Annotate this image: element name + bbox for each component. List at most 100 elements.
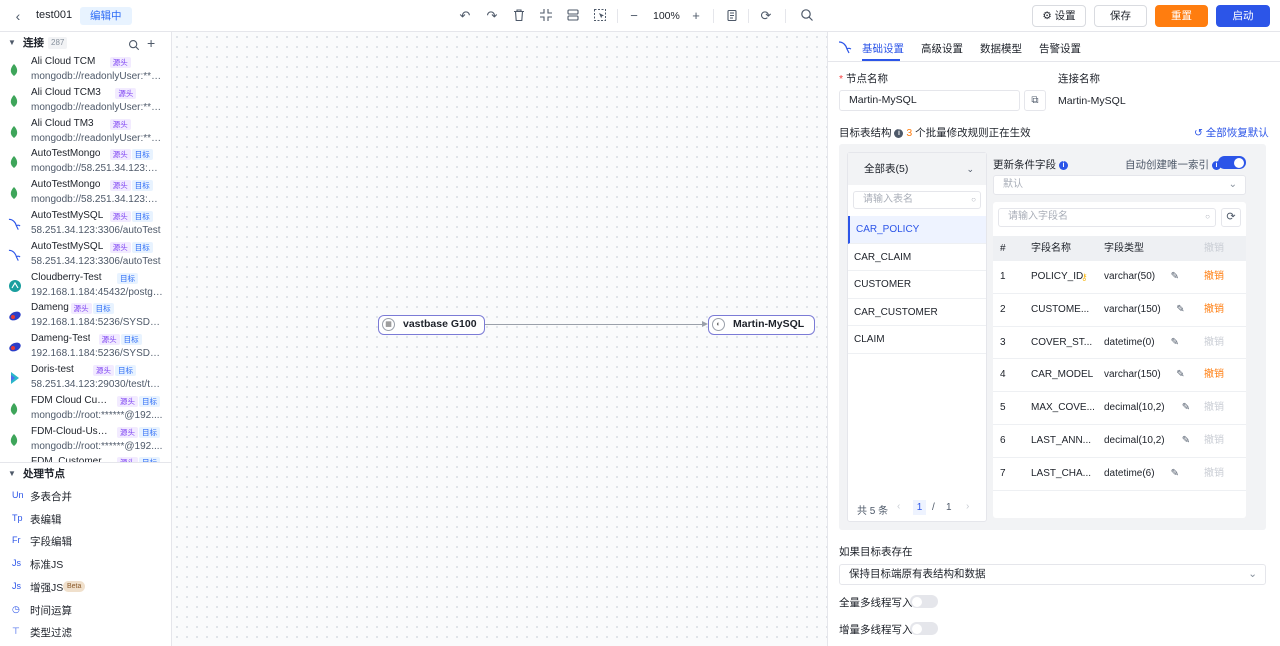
connection-item[interactable]: Doris-test 源头 目标 58.251.34.123:29030/test/t… — [0, 362, 171, 393]
connection-name: Cloudberry-Test — [31, 271, 102, 283]
tab-alerts[interactable]: 告警设置 — [1039, 41, 1081, 56]
edit-icon[interactable]: ✎ — [1171, 261, 1179, 293]
auto-index-toggle[interactable] — [1218, 156, 1246, 169]
target-node[interactable]: ◐ Martin-MySQL — [708, 315, 815, 335]
redo-icon[interactable]: ↷ — [484, 8, 500, 24]
update-field-label: 更新条件字段 i — [993, 157, 1068, 172]
next-page-icon[interactable]: › — [966, 501, 969, 512]
connection-item[interactable]: AutoTestMongo 源头 目标 mongodb://58.251.34.123… — [0, 177, 171, 208]
copy-icon[interactable]: ⧉ — [1024, 90, 1046, 111]
processor-item[interactable]: ◷ 时间运算 — [0, 599, 171, 622]
zoom-in-icon[interactable]: + — [688, 8, 704, 24]
clipboard-icon[interactable] — [724, 8, 740, 24]
search-icon: ○ — [1205, 212, 1210, 221]
processors-header[interactable]: ▼ 处理节点 — [0, 462, 171, 485]
prev-page-icon[interactable]: ‹ — [897, 501, 900, 512]
connection-item[interactable]: Dameng 源头 目标 192.168.1.184:5236/SYSDBA — [0, 300, 171, 331]
node-edge[interactable] — [484, 324, 706, 325]
table-list-item[interactable]: CAR_CUSTOMER — [848, 299, 986, 326]
connection-item[interactable]: AutoTestMySQL 源头 目标 58.251.34.123:3306/auto… — [0, 208, 171, 239]
incr-multithread-toggle[interactable] — [910, 622, 938, 635]
save-button[interactable]: 保存 — [1094, 5, 1147, 27]
caret-down-icon[interactable]: ▼ — [8, 32, 16, 54]
node-name-input[interactable]: Martin-MySQL — [839, 90, 1020, 111]
add-icon[interactable]: + — [147, 32, 155, 54]
full-multithread-toggle[interactable] — [910, 595, 938, 608]
processor-icon: Js — [12, 558, 21, 569]
current-page[interactable]: 1 — [913, 500, 926, 515]
field-search-input[interactable]: 请输入字段名 ○ — [998, 208, 1216, 227]
layout-icon[interactable] — [565, 8, 581, 24]
table-list-item[interactable]: CAR_CLAIM — [848, 244, 986, 271]
connection-item[interactable]: FDM-Cloud-Use... 源头 目标 mongodb://root:*****… — [0, 424, 171, 455]
edit-icon[interactable]: ✎ — [1176, 294, 1184, 326]
tab-basic[interactable]: 基础设置 — [862, 41, 904, 56]
tab-data-model[interactable]: 数据模型 — [980, 41, 1022, 56]
source-tag: 源头 — [109, 210, 131, 222]
search-icon[interactable] — [799, 8, 815, 24]
table-list: 全部表(5) ⌄ 请输入表名 ○ CAR_POLICY CAR_CLAIM CUST… — [847, 152, 987, 522]
processor-label: 增强JS — [30, 581, 64, 594]
refresh-icon[interactable]: ⟳ — [758, 8, 774, 24]
revoke-button[interactable]: 撤销 — [1204, 458, 1224, 490]
revoke-button[interactable]: 撤销 — [1204, 327, 1224, 359]
collapse-icon[interactable] — [538, 8, 554, 24]
mysql-icon — [8, 248, 22, 262]
connection-item[interactable]: Ali Cloud TCM3 源头 mongodb://readonlyUser:*… — [0, 85, 171, 116]
field-name: CUSTOME... — [1031, 303, 1090, 315]
zoom-out-icon[interactable]: − — [626, 8, 642, 24]
processor-item[interactable]: Js 增强JS Beta — [0, 576, 171, 599]
edit-icon[interactable]: ✎ — [1171, 458, 1179, 490]
info-icon[interactable]: i — [1058, 160, 1068, 170]
info-icon[interactable]: i — [894, 128, 904, 138]
processor-item[interactable]: Fr 字段编辑 — [0, 530, 171, 553]
table-list-item[interactable]: CAR_POLICY — [848, 216, 986, 244]
table-list-item[interactable]: CLAIM — [848, 326, 986, 354]
update-field-select[interactable]: 默认 ⌄ — [993, 175, 1246, 195]
if-exists-select[interactable]: 保持目标端原有表结构和数据 ⌄ — [839, 564, 1266, 585]
connection-item[interactable]: Dameng-Test 源头 目标 192.168.1.184:5236/SYSDBA — [0, 331, 171, 362]
table-search-input[interactable]: 请输入表名 ○ — [853, 191, 981, 209]
revoke-button[interactable]: 撤销 — [1204, 359, 1224, 391]
processor-item[interactable]: Js 标准JS — [0, 553, 171, 576]
connections-header[interactable]: ▼ 连接 287 + — [0, 32, 171, 54]
source-node[interactable]: ▦ vastbase G100 — [378, 315, 485, 335]
revoke-button[interactable]: 撤销 — [1204, 261, 1224, 293]
table-list-item[interactable]: CUSTOMER — [848, 271, 986, 299]
delete-icon[interactable] — [511, 8, 527, 24]
revoke-button[interactable]: 撤销 — [1204, 294, 1224, 326]
edit-icon[interactable]: ✎ — [1182, 425, 1190, 457]
refresh-icon[interactable]: ⟳ — [1221, 208, 1241, 227]
dag-canvas[interactable] — [172, 32, 827, 646]
edit-icon[interactable]: ✎ — [1176, 359, 1184, 391]
all-tables-select[interactable]: 全部表(5) ⌄ — [848, 153, 986, 185]
connection-item[interactable]: AutoTestMongo 源头 目标 mongodb://58.251.34.123… — [0, 146, 171, 177]
source-tag: 源头 — [93, 364, 114, 376]
connection-item[interactable]: Ali Cloud TCM 源头 mongodb://readonlyUser:**… — [0, 54, 171, 85]
tab-advanced[interactable]: 高级设置 — [921, 41, 963, 56]
connection-item[interactable]: Ali Cloud TM3 源头 mongodb://readonlyUser:**… — [0, 116, 171, 147]
settings-button[interactable]: ⚙ 设置 — [1032, 5, 1086, 27]
select-icon[interactable] — [592, 8, 608, 24]
reset-button[interactable]: 重置 — [1155, 5, 1208, 27]
edit-icon[interactable]: ✎ — [1171, 327, 1179, 359]
processor-item[interactable]: Tp 表编辑 — [0, 508, 171, 531]
revoke-button[interactable]: 撤销 — [1204, 425, 1224, 457]
connection-item[interactable]: FDM_Customer...源头目标 — [0, 454, 171, 462]
edit-icon[interactable]: ✎ — [1182, 392, 1190, 424]
undo-icon[interactable]: ↶ — [457, 8, 473, 24]
source-tag: 源头 — [109, 180, 131, 192]
connection-item[interactable]: AutoTestMySQL 源头 目标 58.251.34.123:3306/auto… — [0, 239, 171, 270]
task-title[interactable]: test001 — [36, 9, 72, 21]
revoke-button[interactable]: 撤销 — [1204, 392, 1224, 424]
back-icon[interactable]: ‹ — [10, 8, 26, 24]
connection-item[interactable]: Cloudberry-Test 目标 192.168.1.184:45432/pos… — [0, 270, 171, 301]
mongodb-icon — [8, 186, 22, 200]
processor-item[interactable]: ⊤ 类型过滤 — [0, 621, 171, 644]
processor-item[interactable]: Un 多表合并 — [0, 485, 171, 508]
connection-item[interactable]: FDM Cloud Cust... 源头 目标 mongodb://root:****… — [0, 393, 171, 424]
start-button[interactable]: 启动 — [1216, 5, 1270, 27]
caret-down-icon[interactable]: ▼ — [8, 463, 16, 485]
restore-all-link[interactable]: ↺ 全部恢复默认 — [1194, 125, 1269, 140]
processor-label: 时间运算 — [30, 604, 72, 617]
